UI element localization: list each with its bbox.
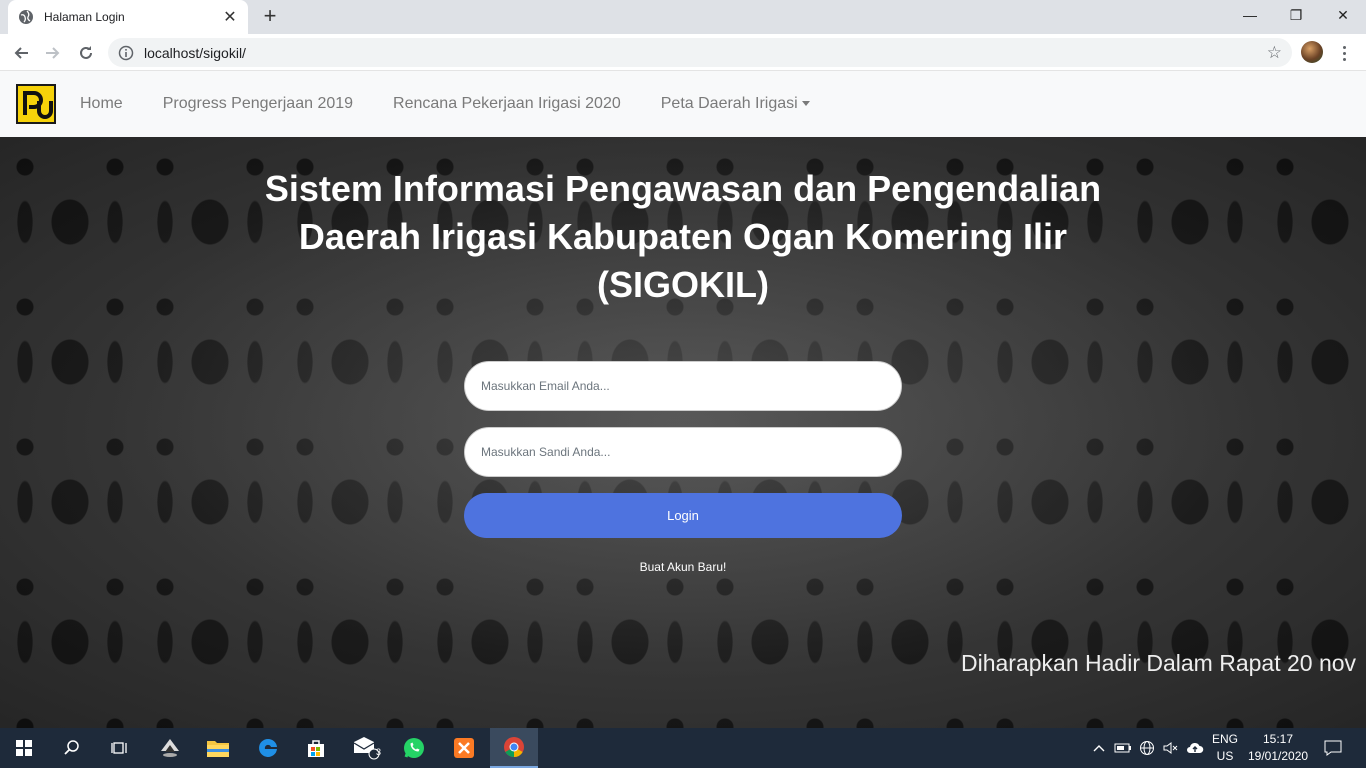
file-explorer-icon[interactable] [194,728,242,768]
clock-time: 15:17 [1262,732,1294,746]
system-clock[interactable]: 15:17 19/01/2020 [1248,731,1308,765]
title-line-2: Daerah Irigasi Kabupaten Ogan Komering I… [298,216,1068,257]
announcement-marquee: Diharapkan Hadir Dalam Rapat 20 nov [961,650,1357,676]
windows-start-icon[interactable] [0,728,48,768]
title-line-1: Sistem Informasi Pengawasan dan Pengenda… [264,168,1102,209]
speaker-muted-icon[interactable] [1160,728,1182,768]
nav-home[interactable]: Home [80,95,123,113]
nav-peta-label: Peta Daerah Irigasi [660,95,798,112]
notification-icon[interactable] [1318,728,1348,768]
site-navbar: Home Progress Pengerjaan 2019 Rencana Pe… [0,71,1366,137]
tab-title: Halaman Login [44,10,125,24]
browser-tab[interactable]: Halaman Login ✕ [8,0,248,34]
nav-progress-2019[interactable]: Progress Pengerjaan 2019 [163,95,353,113]
browser-tab-strip: Halaman Login ✕ + — ❐ ✕ [0,0,1366,34]
minimize-button[interactable]: — [1227,0,1273,30]
mail-icon[interactable]: 3 [342,728,390,768]
search-icon[interactable] [48,728,96,768]
browser-toolbar: localhost/sigokil/ ☆ [0,34,1366,71]
pu-logo[interactable] [16,84,56,124]
globe-icon [18,9,34,25]
network-globe-icon[interactable] [1136,728,1158,768]
close-window-button[interactable]: ✕ [1320,0,1366,30]
microsoft-store-icon[interactable] [292,728,340,768]
cloud-upload-icon[interactable] [1184,728,1206,768]
task-view-icon[interactable] [96,728,144,768]
profile-avatar[interactable] [1301,41,1323,63]
password-field[interactable] [464,427,902,477]
url-text[interactable]: localhost/sigokil/ [144,45,1267,61]
restore-button[interactable]: ❐ [1273,0,1319,30]
page-title: Sistem Informasi Pengawasan dan Pengenda… [183,165,1183,309]
whatsapp-icon[interactable] [390,728,438,768]
caret-down-icon [801,101,810,107]
address-bar[interactable]: localhost/sigokil/ ☆ [108,38,1292,67]
register-link[interactable]: Buat Akun Baru! [583,560,783,574]
language-indicator[interactable]: ENG US [1208,731,1242,765]
back-arrow-icon[interactable] [8,40,34,66]
nav-peta-dropdown[interactable]: Peta Daerah Irigasi [661,95,810,113]
chevron-up-icon[interactable] [1090,728,1108,768]
browser-menu-icon[interactable] [1336,40,1352,66]
bookmark-star-icon[interactable]: ☆ [1267,43,1282,63]
windows-taskbar: 3 ENG US 15:17 19/01/2020 [0,728,1366,768]
lang-region: US [1216,749,1234,763]
edge-browser-icon[interactable] [244,728,292,768]
lang-code: ENG [1211,732,1238,746]
xampp-icon[interactable] [440,728,488,768]
battery-icon[interactable] [1112,728,1134,768]
new-tab-button[interactable]: + [258,5,282,29]
chrome-icon[interactable] [490,728,538,768]
reload-icon[interactable] [73,40,99,66]
tab-close-icon[interactable]: ✕ [222,7,238,27]
mail-badge: 3 [376,747,382,757]
login-button[interactable]: Login [464,493,902,538]
login-hero: Sistem Informasi Pengawasan dan Pengenda… [0,137,1366,728]
clock-date: 19/01/2020 [1248,749,1309,763]
forward-arrow-icon[interactable] [40,40,66,66]
info-icon[interactable] [118,45,134,61]
nav-rencana-2020[interactable]: Rencana Pekerjaan Irigasi 2020 [393,95,621,113]
title-line-3: (SIGOKIL) [597,264,769,305]
inkscape-icon[interactable] [146,728,194,768]
email-field[interactable] [464,361,902,411]
